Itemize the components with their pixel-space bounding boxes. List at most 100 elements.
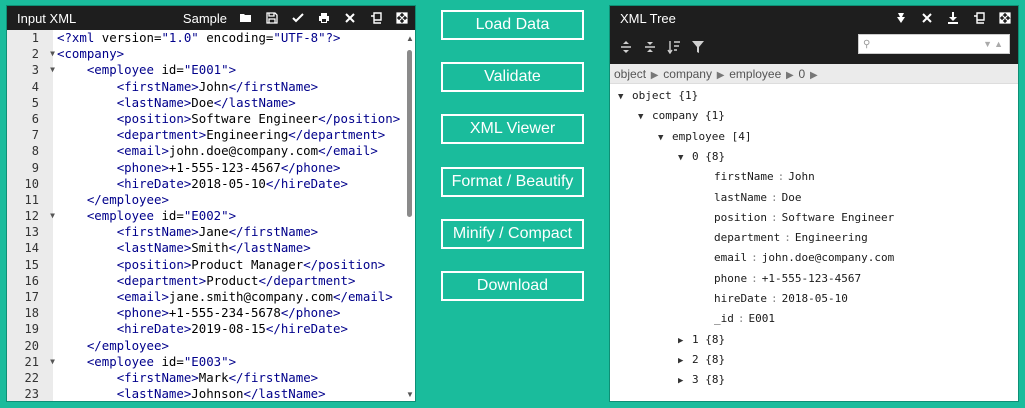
tree-node[interactable]: lastName: Doe <box>714 188 801 208</box>
expand-toggle-icon[interactable]: ▼ <box>658 128 672 148</box>
fullscreen-icon[interactable] <box>389 6 415 30</box>
breadcrumb-item[interactable]: object <box>614 67 646 81</box>
code-line[interactable]: <employee id="E003"> <box>57 354 415 370</box>
tree-node[interactable]: ▶ 3 {8} <box>678 370 725 390</box>
tree-node[interactable]: position: Software Engineer <box>714 208 894 228</box>
code-token: Software Engineer <box>191 110 319 126</box>
download-button[interactable]: Download <box>441 271 584 301</box>
code-line[interactable]: <email>john.doe@company.com</email> <box>57 143 415 159</box>
code-line[interactable]: <lastName>Smith</lastName> <box>57 240 415 256</box>
code-line[interactable]: <department>Product</department> <box>57 273 415 289</box>
close-icon[interactable] <box>337 6 363 30</box>
code-line[interactable]: <employee id="E002"> <box>57 208 415 224</box>
code-token: </hireDate> <box>265 175 348 191</box>
code-line[interactable]: <employee id="E001"> <box>57 62 415 78</box>
xml-code-editor[interactable]: 1 2 ▼ 3 ▼ 4 5 6 7 8 9 10 11 12 ▼ 13 14 15 16 17 18 19 20 21 ▼ 22 2… <box>7 30 415 401</box>
code-token: Smith <box>191 240 229 256</box>
scroll-thumb[interactable] <box>407 50 412 217</box>
code-token: <department> <box>116 127 207 143</box>
tree-node-label: 3 {8} <box>692 373 726 387</box>
tree-node[interactable]: firstName: John <box>714 167 815 187</box>
tree-node[interactable]: phone: +1-555-123-4567 <box>714 269 861 289</box>
xml-viewer-button[interactable]: XML Viewer <box>441 114 584 144</box>
xml-tree-title: XML Tree <box>620 10 676 26</box>
code-area[interactable]: <?xml version="1.0" encoding="UTF-8"?> <c… <box>53 30 415 401</box>
clear-icon[interactable] <box>914 6 940 30</box>
scroll-down-arrow-icon[interactable]: ▼ <box>406 390 414 399</box>
collapse-toggle-icon[interactable]: ▶ <box>678 371 692 391</box>
code-line[interactable]: <position>Software Engineer</position> <box>57 111 415 127</box>
code-line[interactable]: <company> <box>57 46 415 62</box>
expand-toggle-icon[interactable]: ▼ <box>678 148 692 168</box>
transform-icon[interactable] <box>888 6 914 30</box>
tree-node[interactable]: ▶ 1 {8} <box>678 330 725 350</box>
load-data-button[interactable]: Load Data <box>441 10 584 40</box>
code-token: <employee <box>86 62 154 78</box>
code-line[interactable]: <email>jane.smith@company.com</email> <box>57 289 415 305</box>
code-line[interactable]: </employee> <box>57 338 415 354</box>
code-token: "1.0" <box>161 30 199 45</box>
code-line[interactable]: <firstName>Jane</firstName> <box>57 224 415 240</box>
expand-toggle-icon[interactable]: ▼ <box>618 87 632 107</box>
line-number: 1 <box>7 30 53 46</box>
collapse-all-icon[interactable] <box>638 35 662 59</box>
code-line[interactable]: <phone>+1-555-123-4567</phone> <box>57 160 415 176</box>
print-icon[interactable] <box>311 6 337 30</box>
code-token: </firstName> <box>228 224 319 240</box>
breadcrumb-item[interactable]: employee <box>729 67 781 81</box>
sample-button[interactable]: Sample <box>177 11 233 26</box>
sort-icon[interactable] <box>662 35 686 59</box>
code-line[interactable]: <position>Product Manager</position> <box>57 257 415 273</box>
code-line[interactable]: <phone>+1-555-234-5678</phone> <box>57 305 415 321</box>
minify-compact-button[interactable]: Minify / Compact <box>441 219 584 249</box>
line-number-text: 1 <box>31 31 39 45</box>
code-line[interactable]: <lastName>Johnson</lastName> <box>57 386 415 401</box>
code-line[interactable]: <firstName>Mark</firstName> <box>57 370 415 386</box>
line-number: 12 ▼ <box>7 208 55 224</box>
line-number-gutter: 1 2 ▼ 3 ▼ 4 5 6 7 8 9 10 11 12 ▼ 13 14 15 16 17 18 19 20 21 ▼ 22 2… <box>7 30 55 401</box>
line-number-text: 6 <box>31 111 39 126</box>
copy-tree-icon[interactable] <box>966 6 992 30</box>
tree-node[interactable]: ▼ 0 {8} <box>678 147 725 167</box>
xml-tree-header: XML Tree <box>610 6 1018 30</box>
code-line[interactable]: <department>Engineering</department> <box>57 127 415 143</box>
code-line[interactable]: <firstName>John</firstName> <box>57 79 415 95</box>
code-token: Engineering <box>206 127 289 143</box>
tree-node[interactable]: ▶ 2 {8} <box>678 350 725 370</box>
line-number-text: 3 <box>31 63 39 78</box>
fullscreen-tree-icon[interactable] <box>992 6 1018 30</box>
download-icon[interactable] <box>940 6 966 30</box>
tree-node[interactable]: hireDate:2018-05-10 <box>714 289 848 309</box>
line-number-text: 22 <box>24 370 39 385</box>
editor-scrollbar[interactable]: ▲ ▼ <box>404 30 415 401</box>
tree-search-input[interactable] <box>875 38 984 50</box>
copy-icon[interactable] <box>363 6 389 30</box>
search-nav-arrows-icon[interactable]: ▼▲ <box>983 39 1009 49</box>
tree-node-label: company {1} <box>652 109 725 123</box>
code-line[interactable]: <lastName>Doe</lastName> <box>57 95 415 111</box>
expand-all-icon[interactable] <box>614 35 638 59</box>
check-icon[interactable] <box>285 6 311 30</box>
validate-button[interactable]: Validate <box>441 62 584 92</box>
open-folder-icon[interactable] <box>233 6 259 30</box>
code-line[interactable]: <hireDate>2018-05-10</hireDate> <box>57 176 415 192</box>
format-beautify-button[interactable]: Format / Beautify <box>441 167 584 197</box>
code-line[interactable]: <?xml version="1.0" encoding="UTF-8"?> <box>57 30 415 46</box>
tree-node[interactable]: email: john.doe@company.com <box>714 248 894 268</box>
tree-node[interactable]: ▼ employee [4] <box>658 127 751 147</box>
expand-toggle-icon[interactable]: ▼ <box>638 107 652 127</box>
tree-node[interactable]: ▼ object {1} <box>618 86 698 106</box>
tree-node[interactable]: ▼ company {1} <box>638 106 725 126</box>
code-token: ?> <box>325 30 341 45</box>
tree-node[interactable]: department: Engineering <box>714 228 868 248</box>
tree-node[interactable]: _id: E001 <box>714 309 775 329</box>
filter-icon[interactable] <box>686 35 710 59</box>
code-line[interactable]: <hireDate>2019-08-15</hireDate> <box>57 321 415 337</box>
save-icon[interactable] <box>259 6 285 30</box>
breadcrumb-item[interactable]: company <box>663 67 712 81</box>
scroll-up-arrow-icon[interactable]: ▲ <box>406 34 414 43</box>
code-line[interactable]: </employee> <box>57 192 415 208</box>
collapse-toggle-icon[interactable]: ▶ <box>678 351 692 371</box>
tree-search-box[interactable]: ⚲ ▼▲ <box>858 34 1010 54</box>
collapse-toggle-icon[interactable]: ▶ <box>678 331 692 351</box>
